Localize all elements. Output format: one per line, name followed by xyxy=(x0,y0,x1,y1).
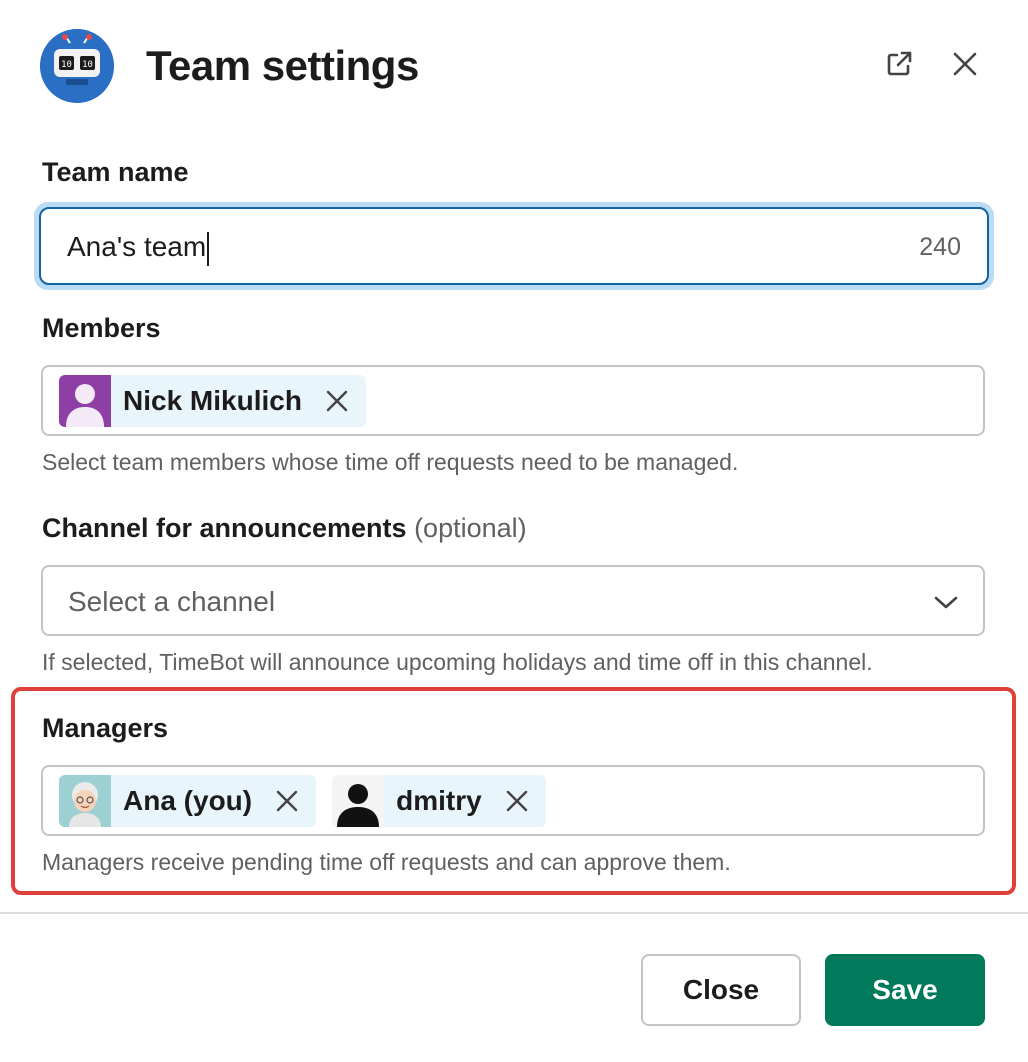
managers-multiselect[interactable]: Ana (you) dmitry xyxy=(41,765,985,836)
manager-chip[interactable]: dmitry xyxy=(332,774,546,827)
chip-name: Ana (you) xyxy=(123,784,253,816)
chip-name: Nick Mikulich xyxy=(123,384,302,416)
svg-text:10: 10 xyxy=(61,60,72,70)
channel-label: Channel for announcements (optional) xyxy=(42,513,527,543)
modal-header: 10 10 Team settings xyxy=(0,0,1028,134)
manager-chip[interactable]: Ana (you) xyxy=(59,774,317,827)
svg-text:10: 10 xyxy=(82,60,93,70)
page-title: Team settings xyxy=(146,42,419,89)
optional-tag: (optional) xyxy=(414,513,527,543)
remove-chip-icon[interactable] xyxy=(272,786,302,816)
chevron-down-icon xyxy=(931,587,961,617)
team-name-input[interactable]: Ana's team 240 xyxy=(39,207,989,285)
grandma-avatar-icon xyxy=(59,774,111,827)
channel-select[interactable]: Select a channel xyxy=(41,565,985,636)
text-caret xyxy=(207,231,210,266)
managers-label: Managers xyxy=(42,713,169,743)
user-avatar-icon xyxy=(332,774,385,827)
member-chip[interactable]: Nick Mikulich xyxy=(59,374,366,427)
save-button[interactable]: Save xyxy=(825,954,985,1026)
chip-name: dmitry xyxy=(396,784,482,816)
remove-chip-icon[interactable] xyxy=(502,786,532,816)
close-icon[interactable] xyxy=(945,44,985,84)
members-multiselect[interactable]: Nick Mikulich xyxy=(41,365,985,436)
team-name-value: Ana's team xyxy=(67,229,210,266)
channel-placeholder: Select a channel xyxy=(68,586,276,617)
robot-clock-icon: 10 10 xyxy=(40,29,114,103)
character-counter: 240 xyxy=(919,233,961,261)
remove-chip-icon[interactable] xyxy=(322,386,352,416)
team-name-label: Team name xyxy=(42,157,189,187)
managers-hint: Managers receive pending time off reques… xyxy=(42,849,731,875)
team-name-focus-ring: Ana's team 240 xyxy=(34,202,994,290)
user-avatar-icon xyxy=(59,374,111,427)
channel-hint: If selected, TimeBot will announce upcom… xyxy=(42,649,873,675)
members-hint: Select team members whose time off reque… xyxy=(42,449,739,475)
members-label: Members xyxy=(42,313,161,343)
external-link-icon[interactable] xyxy=(879,44,919,84)
close-button[interactable]: Close xyxy=(641,954,801,1026)
footer-divider xyxy=(0,912,1028,914)
